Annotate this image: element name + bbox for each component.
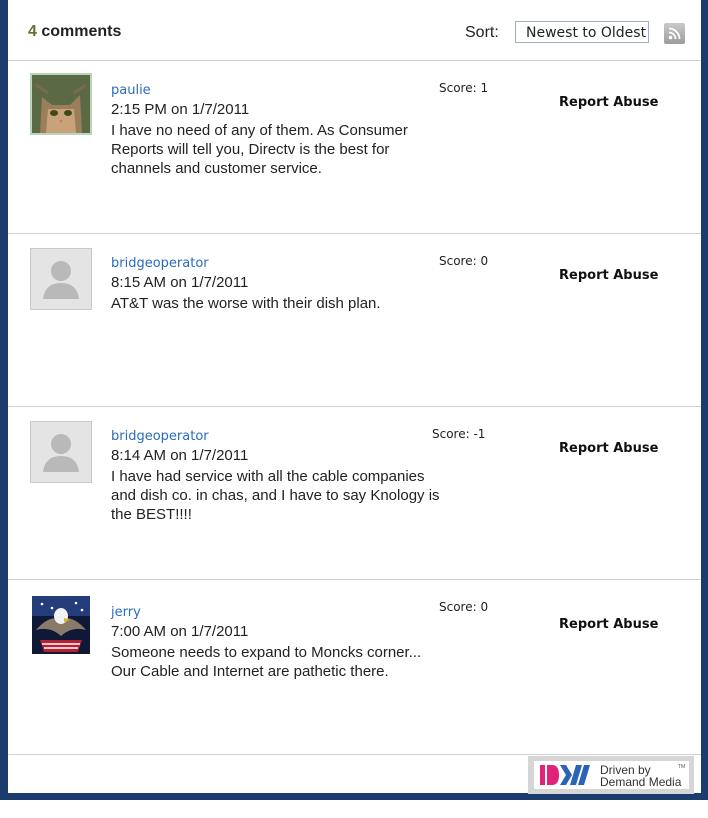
- comment-line: and dish co. in chas, and I have to say …: [111, 487, 440, 504]
- comment-body: AT&T was the worse with their dish plan.: [111, 294, 511, 313]
- comment-body: I have no need of any of them. As Consum…: [111, 121, 511, 178]
- comment-body: Someone needs to expand to Moncks corner…: [111, 643, 511, 681]
- logo-line2: Demand Media: [600, 775, 682, 789]
- comment-timestamp: 7:00 AM on 1/7/2011: [111, 623, 249, 640]
- comment-count-number: 4: [28, 23, 37, 40]
- comment-count-label: comments: [41, 23, 122, 40]
- comments-header: 4 comments Sort: Newest to Oldest: [8, 0, 701, 61]
- comment-score: Score: 0: [439, 254, 489, 268]
- comment-line: AT&T was the worse with their dish plan.: [111, 295, 381, 312]
- comment-score: Score: 1: [439, 81, 489, 95]
- logo-tm: TM: [678, 764, 685, 770]
- comment-line: Reports will tell you, Directv is the be…: [111, 141, 390, 158]
- comment-username[interactable]: bridgeoperator: [111, 256, 209, 271]
- cat-photo-avatar[interactable]: [30, 73, 92, 135]
- demand-media-logo[interactable]: Driven by Demand Media TM: [528, 756, 694, 794]
- comment-line: channels and customer service.: [111, 160, 322, 177]
- comment-timestamp: 8:14 AM on 1/7/2011: [111, 447, 249, 464]
- report-abuse-link[interactable]: Report Abuse: [559, 617, 658, 632]
- report-abuse-link[interactable]: Report Abuse: [559, 441, 658, 456]
- report-abuse-link[interactable]: Report Abuse: [559, 268, 658, 283]
- default-user-avatar[interactable]: [30, 421, 92, 483]
- default-user-avatar[interactable]: [30, 248, 92, 310]
- comment-body: I have had service with all the cable co…: [111, 467, 511, 524]
- comment-username[interactable]: bridgeoperator: [111, 429, 209, 444]
- comment-score: Score: -1: [432, 427, 486, 441]
- comment-item: bridgeoperator 8:14 AM on 1/7/2011 I hav…: [8, 407, 701, 580]
- comment-line: I have had service with all the cable co…: [111, 468, 425, 485]
- report-abuse-link[interactable]: Report Abuse: [559, 95, 658, 110]
- comment-line: Someone needs to expand to Moncks corner…: [111, 644, 422, 661]
- comment-score: Score: 0: [439, 600, 489, 614]
- comment-item: jerry 7:00 AM on 1/7/2011 Someone needs …: [8, 580, 701, 755]
- sort-select[interactable]: Newest to Oldest: [515, 21, 649, 43]
- comment-username[interactable]: jerry: [111, 605, 141, 620]
- comment-item: paulie 2:15 PM on 1/7/2011 I have no nee…: [8, 61, 701, 234]
- comment-line: the BEST!!!!: [111, 506, 192, 523]
- comment-count: 4 comments: [28, 23, 121, 41]
- comment-line: Our Cable and Internet are pathetic ther…: [111, 663, 389, 680]
- comment-username[interactable]: paulie: [111, 83, 151, 98]
- comment-line: I have no need of any of them. As Consum…: [111, 122, 408, 139]
- comment-item: bridgeoperator 8:15 AM on 1/7/2011 AT&T …: [8, 234, 701, 407]
- comments-panel: 4 comments Sort: Newest to Oldest paulie…: [8, 0, 701, 794]
- eagle-photo-avatar[interactable]: [32, 596, 90, 654]
- rss-feed-icon[interactable]: [664, 23, 685, 44]
- sort-label: Sort:: [465, 24, 499, 41]
- comment-timestamp: 8:15 AM on 1/7/2011: [111, 274, 249, 291]
- comment-timestamp: 2:15 PM on 1/7/2011: [111, 101, 250, 118]
